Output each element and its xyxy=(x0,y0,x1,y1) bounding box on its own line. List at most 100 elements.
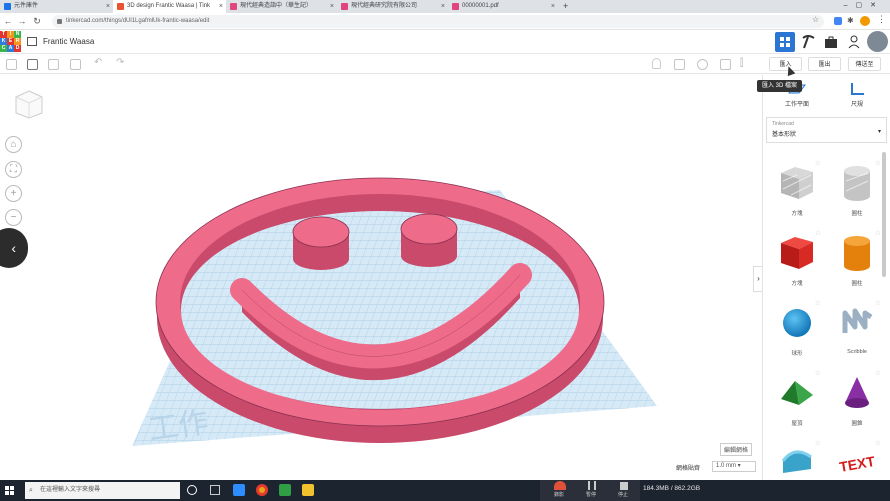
close-tab-icon[interactable]: × xyxy=(330,0,334,13)
shape-cylinder-hole[interactable]: ☆ 圓柱 xyxy=(831,159,883,221)
bookmark-star-icon[interactable]: ☆ xyxy=(812,15,819,24)
svg-text:TEXT: TEXT xyxy=(838,453,876,475)
export-button[interactable]: 匯出 xyxy=(808,57,841,71)
task-view-icon[interactable] xyxy=(210,485,220,495)
window-controls[interactable]: –▢✕ xyxy=(844,1,884,9)
send-to-button[interactable]: 傳送至 xyxy=(848,57,881,71)
ruler-tool-label: 尺規 xyxy=(850,102,863,108)
menu-dots-icon[interactable]: ⋮ xyxy=(877,14,886,25)
shape-cylinder[interactable]: ☆ 圓柱 xyxy=(831,229,883,291)
zoom-app-icon[interactable] xyxy=(233,484,245,496)
favorite-star-icon[interactable]: ☆ xyxy=(875,159,881,167)
favorite-star-icon[interactable]: ☆ xyxy=(815,369,821,377)
add-user-icon xyxy=(848,35,860,49)
shape-sphere[interactable]: ☆ 球形 xyxy=(771,299,823,361)
shape-scribble[interactable]: ☆ Scribble xyxy=(831,299,883,361)
reload-icon[interactable]: ↻ xyxy=(31,15,43,27)
forward-icon[interactable]: → xyxy=(16,15,28,27)
shape-box-hole[interactable]: ☆ 方塊 xyxy=(771,159,823,221)
workplane-tool-label: 工作平面 xyxy=(784,102,809,108)
browser-tab[interactable]: 元件庫件 × xyxy=(0,0,113,13)
panel-scrollbar[interactable] xyxy=(882,152,886,277)
fit-view-button[interactable]: ⛶ xyxy=(5,161,22,178)
favorite-star-icon[interactable]: ☆ xyxy=(815,229,821,237)
browser-tab[interactable]: 現代經典造詣中（華生記） × xyxy=(226,0,337,13)
pause-label: 暫停 xyxy=(586,492,597,498)
profile-avatar[interactable] xyxy=(860,16,870,26)
extension-icon[interactable] xyxy=(834,17,842,25)
add-user-button[interactable] xyxy=(844,32,864,52)
search-placeholder: 在這裡輸入文字來搜尋 xyxy=(40,487,101,493)
shape-library-select[interactable]: Tinkercad 基本形狀 ▾ xyxy=(766,117,887,143)
ungroup-icon[interactable] xyxy=(697,59,708,70)
logo-letter: I xyxy=(7,31,14,38)
close-tab-icon[interactable]: × xyxy=(441,0,445,13)
home-view-button[interactable]: ⌂ xyxy=(5,136,22,153)
back-icon[interactable]: ← xyxy=(2,15,14,27)
close-tab-icon[interactable]: × xyxy=(106,0,110,13)
left-eye[interactable] xyxy=(292,216,350,270)
shape-label: 圓柱 xyxy=(851,281,863,287)
browser-tab[interactable]: 00000001.pdf × xyxy=(448,0,558,13)
paste-icon[interactable] xyxy=(27,59,38,70)
favorite-star-icon[interactable]: ☆ xyxy=(875,229,881,237)
favorite-star-icon[interactable]: ☆ xyxy=(815,299,821,307)
favorite-star-icon[interactable]: ☆ xyxy=(875,299,881,307)
workplane-label: 工作 xyxy=(146,406,210,447)
favorite-star-icon[interactable]: ☆ xyxy=(875,369,881,377)
favorite-star-icon[interactable]: ☆ xyxy=(875,439,881,447)
redo-icon[interactable]: ↷ xyxy=(116,57,124,68)
zoom-in-button[interactable]: + xyxy=(5,185,22,202)
zoom-out-button[interactable]: − xyxy=(5,209,22,226)
group-icon[interactable] xyxy=(674,59,685,70)
duplicate-icon[interactable] xyxy=(48,59,59,70)
design-list-icon[interactable] xyxy=(27,37,37,46)
align-icon[interactable] xyxy=(720,59,731,70)
view-cube[interactable] xyxy=(14,89,44,119)
shape-roof[interactable]: ☆ 屋頂 xyxy=(771,369,823,431)
browser-tab[interactable]: 現代經典研究院有限公司 × xyxy=(337,0,448,13)
edit-grid-button[interactable]: 編輯網格 xyxy=(720,443,753,456)
light-bulb-icon[interactable] xyxy=(652,58,661,69)
mirror-icon[interactable]: ⫿ xyxy=(740,58,743,69)
close-tab-icon[interactable]: × xyxy=(551,0,555,13)
stop-button[interactable] xyxy=(620,482,628,490)
chrome-icon[interactable] xyxy=(256,484,268,496)
user-avatar[interactable] xyxy=(867,31,888,52)
pickaxe-icon xyxy=(802,35,815,49)
design-title[interactable]: Frantic Waasa xyxy=(43,37,94,46)
shape-text[interactable]: ☆ TEXT xyxy=(831,439,883,480)
browser-tab[interactable]: 3D design Frantic Waasa | Tink × xyxy=(113,0,226,13)
ruler-tool[interactable]: 尺規 xyxy=(837,81,877,108)
cube-icon xyxy=(15,90,43,119)
import-tooltip: 匯入 3D 檔案 xyxy=(757,80,803,92)
right-eye[interactable] xyxy=(400,213,458,267)
shape-box[interactable]: ☆ 方塊 xyxy=(771,229,823,291)
url-field[interactable]: tinkercad.com/things/dUl1LgafmlUk-franti… xyxy=(52,15,824,28)
shape-half-cylinder[interactable]: ☆ xyxy=(771,439,823,480)
workspace-canvas[interactable]: 工作 ⌂ ⛶ + − ‹ xyxy=(0,75,762,480)
favorite-star-icon[interactable]: ☆ xyxy=(815,159,821,167)
3d-view-button[interactable] xyxy=(775,32,795,52)
new-tab-button[interactable]: + xyxy=(560,0,574,13)
delete-icon[interactable] xyxy=(70,59,81,70)
record-button[interactable] xyxy=(554,481,566,490)
puzzle-icon[interactable]: ✱ xyxy=(847,16,854,25)
close-tab-icon[interactable]: × xyxy=(219,0,223,13)
undo-icon[interactable]: ↶ xyxy=(94,57,102,68)
blocks-button[interactable] xyxy=(798,32,818,52)
taskbar-search[interactable]: ⌕ 在這裡輸入文字來搜尋 xyxy=(25,482,180,499)
tinkercad-logo[interactable]: TINKERCAD xyxy=(0,31,21,52)
cortana-icon[interactable] xyxy=(187,485,197,495)
favorite-star-icon[interactable]: ☆ xyxy=(815,439,821,447)
tab-favicon-icon xyxy=(4,3,11,10)
copy-icon[interactable] xyxy=(6,59,17,70)
lessons-button[interactable] xyxy=(821,32,841,52)
snap-grid-select[interactable]: 1.0 mm ▾ xyxy=(712,461,756,472)
windows-start-icon[interactable] xyxy=(5,486,15,496)
file-explorer-icon[interactable] xyxy=(302,484,314,496)
app-green-icon[interactable] xyxy=(279,484,291,496)
pause-button[interactable] xyxy=(588,481,596,490)
shape-cone[interactable]: ☆ 圓錐 xyxy=(831,369,883,431)
shapes-grid: ☆ 方塊 ☆ 圓柱 ☆ 方塊 ☆ 圓柱 ☆ 球形 ☆ Scribble ☆ 屋頂… xyxy=(763,153,890,480)
